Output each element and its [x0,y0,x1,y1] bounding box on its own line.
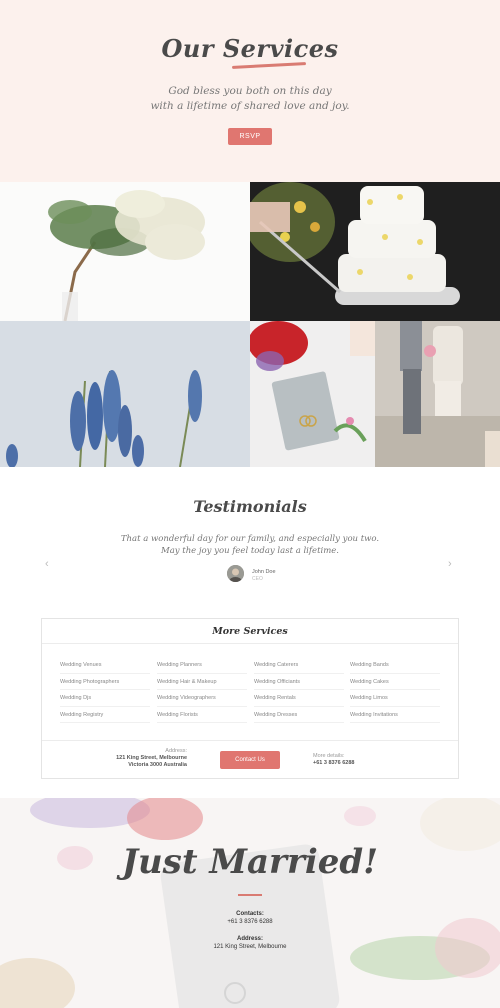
service-link[interactable]: Wedding Djs [60,690,150,707]
footer-address-label: Address: [236,936,263,942]
footer-background-image [0,798,500,1008]
address-label: Address: [165,748,187,754]
testimonial-quote: That a wonderful day for our family, and… [0,533,500,557]
service-link[interactable]: Wedding Limos [350,690,440,707]
service-link[interactable]: Wedding Venues [60,657,150,674]
more-services-title: More Services [212,626,288,637]
hero-title: Our Services [161,34,339,63]
testimonial-quote-line: That a wonderful day for our family, and… [120,534,380,544]
service-link[interactable]: Wedding Rentals [254,690,344,707]
services-column: Wedding Planners Wedding Hair & Makeup W… [157,657,247,723]
testimonial-quote-line: May the joy you feel today last a lifeti… [161,546,339,556]
hero-subtitle-line: God bless you both on this day [168,85,332,97]
hero-section: Our Services God bless you both on this … [0,0,500,182]
rsvp-button[interactable]: RSVP [228,128,272,145]
footer-address: 121 King Street, Melbourne [213,944,287,950]
hero-title-underline [231,62,307,69]
testimonial-author-name: John Doe [252,569,276,575]
contacts-phone: +61 3 8376 6288 [227,919,273,925]
more-details-label: More details: [313,753,345,759]
service-link[interactable]: Wedding Bands [350,657,440,674]
service-link[interactable]: Wedding Florists [157,707,247,723]
contact-us-button[interactable]: Contact Us [220,751,280,769]
footer-contact-info: Contacts: +61 3 8376 6288 Address: 121 K… [0,910,500,960]
testimonial-author-role: CEO [252,576,263,582]
just-married-footer: Just Married! Contacts: +61 3 8376 6288 … [0,798,500,1008]
service-link[interactable]: Wedding Photographers [60,674,150,690]
footer-title: Just Married! [121,842,379,882]
address-line: Victoria 3000 Australia [128,762,187,768]
contacts-label: Contacts: [236,911,264,917]
more-services-panel: More Services Wedding Venues Wedding Pho… [41,618,459,779]
service-link[interactable]: Wedding Videographers [157,690,247,707]
gallery-image-white-flowers [0,182,250,321]
gallery-image-couple [375,321,500,467]
service-link[interactable]: Wedding Cakes [350,674,440,690]
service-link[interactable]: Wedding Registry [60,707,150,723]
service-link[interactable]: Wedding Hair & Makeup [157,674,247,690]
service-link[interactable]: Wedding Planners [157,657,247,674]
service-link[interactable]: Wedding Dresses [254,707,344,723]
chevron-right-icon[interactable]: › [448,558,452,570]
services-column: Wedding Bands Wedding Cakes Wedding Limo… [350,657,440,723]
address-block: Address: 121 King Street, Melbourne Vict… [112,748,187,769]
avatar [227,565,244,582]
hero-subtitle-line: with a lifetime of shared love and joy. [150,100,350,112]
testimonials-title: Testimonials [193,497,307,516]
services-column: Wedding Venues Wedding Photographers Wed… [60,657,150,723]
photo-gallery [0,182,500,467]
phone-number: +61 3 8376 6288 [313,760,355,766]
more-details-block: More details: +61 3 8376 6288 [313,753,354,767]
gallery-image-holy-scriptures [250,321,375,467]
service-link[interactable]: Wedding Invitations [350,707,440,723]
service-link[interactable]: Wedding Caterers [254,657,344,674]
hero-subtitle: God bless you both on this day with a li… [0,84,500,114]
divider [42,740,458,741]
gallery-image-blue-flowers [0,321,250,467]
footer-title-underline [238,894,262,896]
service-link[interactable]: Wedding Officiants [254,674,344,690]
divider [42,643,458,644]
services-column: Wedding Caterers Wedding Officiants Wedd… [254,657,344,723]
address-line: 121 King Street, Melbourne [116,755,187,761]
gallery-image-wedding-cake [250,182,500,321]
chevron-left-icon[interactable]: ‹ [45,558,49,570]
